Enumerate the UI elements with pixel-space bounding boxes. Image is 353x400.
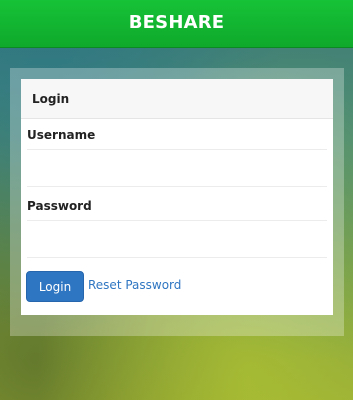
username-label: Username [27, 128, 96, 142]
password-input[interactable] [27, 220, 327, 258]
login-panel: Login Username Password Login Reset Pass… [21, 79, 333, 315]
login-button[interactable]: Login [26, 271, 84, 302]
login-panel-backdrop: Login Username Password Login Reset Pass… [10, 68, 344, 336]
app-header: BESHARE [0, 0, 353, 48]
reset-password-link[interactable]: Reset Password [88, 278, 181, 292]
app-title: BESHARE [128, 12, 225, 33]
password-label: Password [27, 199, 92, 213]
username-input[interactable] [27, 149, 327, 187]
login-panel-heading: Login [21, 79, 333, 119]
